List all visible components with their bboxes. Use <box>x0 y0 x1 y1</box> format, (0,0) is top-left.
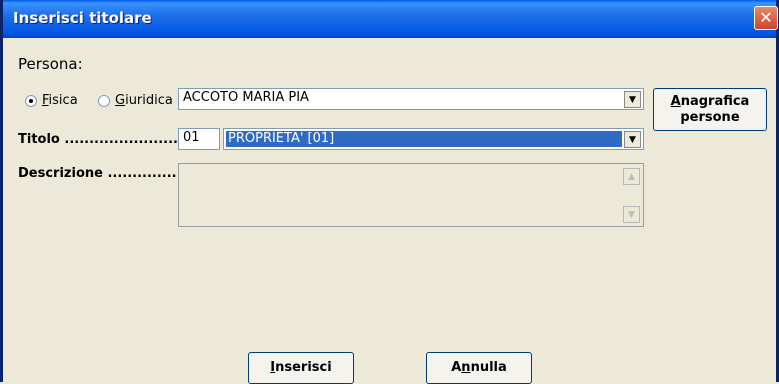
annulla-button[interactable]: Annulla <box>426 352 532 384</box>
radio-fisica-label[interactable]: Fisica <box>42 93 78 108</box>
descrizione-textarea[interactable]: ▲ ▼ <box>178 163 644 227</box>
titolo-combobox-value: PROPRIETA' [01] <box>226 131 622 147</box>
annulla-label-rest: nulla <box>470 360 507 375</box>
radio-giuridica[interactable] <box>98 95 110 107</box>
titolo-dropdown-icon[interactable]: ▼ <box>624 131 641 148</box>
close-icon[interactable]: ✕ <box>754 6 778 30</box>
annulla-label-n: n <box>461 360 471 375</box>
persona-combobox-value: ACCOTO MARIA PIA <box>183 90 309 105</box>
anagrafica-button-line2: persone <box>680 110 740 125</box>
anagrafica-button-line1: Anagrafica <box>670 94 750 109</box>
persona-combobox[interactable]: ACCOTO MARIA PIA <box>178 88 644 110</box>
persona-section-label: Persona: <box>18 55 83 73</box>
persona-dropdown-icon[interactable]: ▼ <box>624 91 641 108</box>
window-title: Inserisci titolare <box>13 9 152 27</box>
titolo-code-input[interactable]: 01 <box>178 128 220 150</box>
scroll-up-icon[interactable]: ▲ <box>623 168 640 185</box>
titolo-label: Titolo ........................... <box>18 132 198 147</box>
titolo-code-value: 01 <box>183 130 200 145</box>
title-bar[interactable]: Inserisci titolare ✕ <box>3 0 778 38</box>
radio-giuridica-label[interactable]: Giuridica <box>115 93 173 108</box>
anagrafica-persone-button[interactable]: Anagrafica persone <box>653 88 767 131</box>
dialog-window: Inserisci titolare ✕ Persona: Fisica Giu… <box>0 0 779 384</box>
titolo-combobox[interactable]: PROPRIETA' [01] <box>223 128 644 150</box>
descrizione-value <box>179 164 643 168</box>
descrizione-label: Descrizione .............. <box>18 166 177 181</box>
inserisci-button[interactable]: Inserisci <box>248 352 354 384</box>
radio-fisica[interactable] <box>25 95 37 107</box>
annulla-label-a: A <box>451 360 462 375</box>
scroll-down-icon[interactable]: ▼ <box>623 206 640 223</box>
